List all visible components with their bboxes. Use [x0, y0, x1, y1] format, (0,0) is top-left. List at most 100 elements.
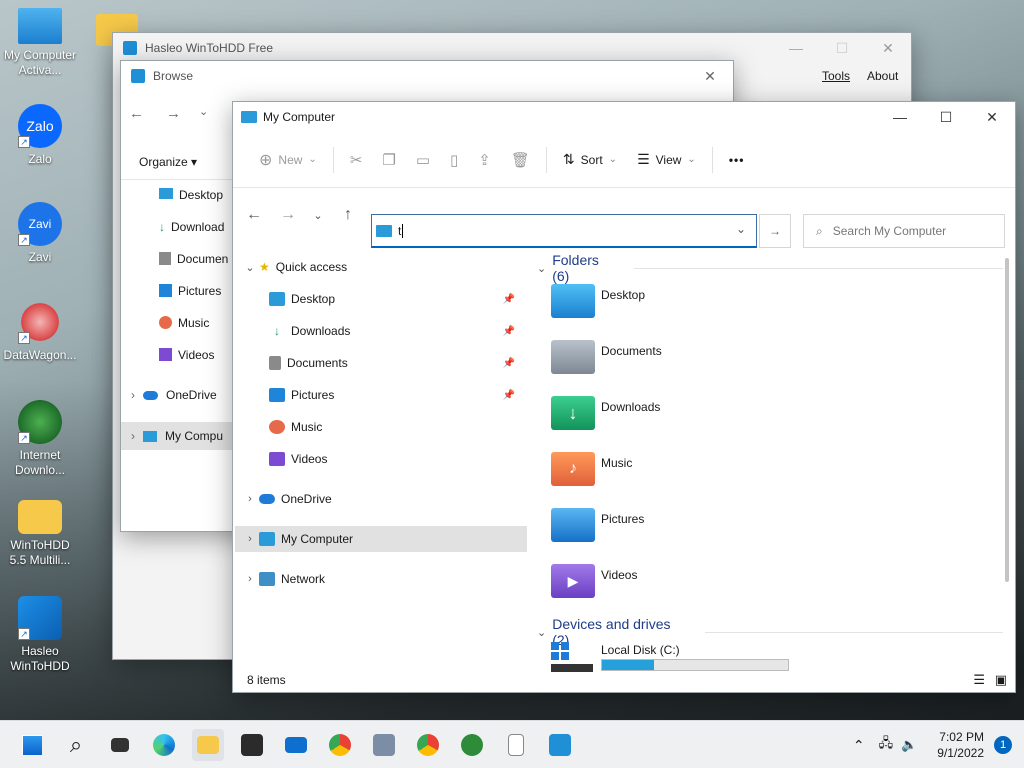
- app-button[interactable]: [368, 729, 400, 761]
- nav-item-network[interactable]: › Network: [241, 566, 325, 592]
- search-button[interactable]: ⌕: [60, 729, 92, 761]
- chevron-right-icon[interactable]: ›: [241, 493, 259, 505]
- chevron-down-icon[interactable]: ⌄: [199, 105, 208, 122]
- back-icon[interactable]: ←: [129, 105, 144, 122]
- view-button[interactable]: ☰ View ⌄: [627, 144, 706, 176]
- chevron-down-icon[interactable]: ⌄: [736, 222, 746, 236]
- pin-icon[interactable]: 📌: [503, 358, 515, 369]
- tiles-view-icon[interactable]: ▣: [995, 672, 1007, 688]
- maximize-button[interactable]: ☐: [923, 102, 969, 132]
- organize-button[interactable]: Organize ▾: [139, 155, 197, 169]
- browse-nav-my-computer[interactable]: › My Compu: [121, 422, 233, 450]
- windows-logo-icon: [22, 735, 42, 755]
- desktop-icon-zavi[interactable]: Zavi ↗ Zavi: [0, 202, 80, 265]
- nav-item-videos[interactable]: Videos: [269, 446, 327, 472]
- minimize-button[interactable]: —: [877, 102, 923, 132]
- pin-icon[interactable]: 📌: [503, 294, 515, 305]
- folder-desktop[interactable]: Desktop: [551, 284, 645, 330]
- close-button[interactable]: ✕: [687, 61, 733, 91]
- browse-nav-videos[interactable]: Videos: [159, 348, 214, 362]
- folder-music[interactable]: ♪ Music: [551, 452, 632, 498]
- address-input[interactable]: t: [398, 223, 404, 238]
- share-button[interactable]: ⇪: [468, 144, 501, 176]
- desktop-icon-internet-download[interactable]: ↗ Internet Downlo...: [0, 400, 80, 478]
- desktop-icon-wintohdd-folder[interactable]: WinToHDD 5.5 Multili...: [0, 500, 80, 568]
- forward-icon[interactable]: →: [166, 105, 181, 122]
- task-view-button[interactable]: [104, 729, 136, 761]
- nav-item-label: Music: [291, 420, 323, 434]
- browse-nav-onedrive[interactable]: › OneDrive: [131, 388, 217, 402]
- folder-documents[interactable]: Documents: [551, 340, 662, 386]
- chevron-right-icon[interactable]: ›: [241, 533, 259, 545]
- nav-item-pictures[interactable]: Pictures 📌: [269, 382, 525, 408]
- nav-item-downloads[interactable]: ↓ Downloads 📌: [269, 318, 525, 344]
- nav-item-my-computer[interactable]: › My Computer: [235, 526, 527, 552]
- new-button[interactable]: ⊕ New ⌄: [249, 144, 327, 176]
- forward-button[interactable]: →: [271, 199, 305, 231]
- rename-button[interactable]: ▯: [440, 144, 468, 176]
- search-box[interactable]: ⌕ Search My Computer: [803, 214, 1005, 248]
- chrome-profile-button[interactable]: [412, 729, 444, 761]
- chevron-right-icon[interactable]: ›: [241, 573, 259, 585]
- details-view-icon[interactable]: ☰: [973, 672, 985, 688]
- pin-icon[interactable]: 📌: [503, 390, 515, 401]
- mail-icon: [285, 737, 307, 753]
- menu-about[interactable]: About: [867, 69, 898, 83]
- nav-item-desktop[interactable]: Desktop 📌: [269, 286, 525, 312]
- browse-nav-downloads[interactable]: ↓ Download: [159, 220, 224, 234]
- search-input[interactable]: Search My Computer: [833, 224, 946, 238]
- pin-icon[interactable]: 📌: [503, 326, 515, 337]
- chevron-down-icon[interactable]: ⌄: [241, 261, 259, 274]
- edge-button[interactable]: [148, 729, 180, 761]
- desktop-icon-hasleo-wintohdd[interactable]: ↗ Hasleo WinToHDD: [0, 596, 80, 674]
- store-button[interactable]: [236, 729, 268, 761]
- volume-icon[interactable]: 🔈: [901, 737, 917, 753]
- start-button[interactable]: [16, 729, 48, 761]
- notification-badge[interactable]: 1: [994, 736, 1012, 754]
- sort-button[interactable]: ⇅ Sort ⌄: [553, 144, 627, 176]
- cut-button[interactable]: ✂: [340, 144, 373, 176]
- browse-nav-documents[interactable]: Documen: [159, 252, 228, 266]
- folder-pictures[interactable]: Pictures: [551, 508, 644, 554]
- paste-button[interactable]: ▭: [406, 144, 440, 176]
- go-arrow-button[interactable]: →: [759, 214, 791, 248]
- browse-nav-pictures[interactable]: Pictures: [159, 284, 221, 298]
- chevron-right-icon[interactable]: ›: [131, 388, 135, 402]
- file-explorer-button[interactable]: [192, 729, 224, 761]
- up-button[interactable]: ↑: [331, 199, 365, 231]
- folder-videos[interactable]: ▶ Videos: [551, 564, 637, 610]
- nav-item-documents[interactable]: Documents 📌: [269, 350, 525, 376]
- desktop-icon-datawagon[interactable]: ↗ DataWagon...: [0, 300, 80, 363]
- wintohdd-taskbar-button[interactable]: [544, 729, 576, 761]
- folders-group-header[interactable]: ⌄ Folders (6): [537, 252, 1003, 284]
- more-options-button[interactable]: •••: [719, 144, 755, 176]
- nav-item-music[interactable]: Music: [269, 414, 322, 440]
- network-icon[interactable]: 🖧: [879, 734, 894, 756]
- browse-nav-music[interactable]: Music: [159, 316, 209, 330]
- browse-nav-desktop[interactable]: Desktop: [159, 188, 223, 202]
- idm-button[interactable]: [456, 729, 488, 761]
- close-button[interactable]: ✕: [969, 102, 1015, 132]
- desktop-icon-zalo[interactable]: Zalo ↗ Zalo: [0, 104, 80, 167]
- close-button[interactable]: ✕: [865, 33, 911, 63]
- chrome-button[interactable]: [324, 729, 356, 761]
- minimize-button[interactable]: —: [773, 33, 819, 63]
- chevron-up-icon[interactable]: ⌃: [853, 737, 865, 754]
- folder-downloads[interactable]: ↓ Downloads: [551, 396, 660, 442]
- recent-locations-button[interactable]: ⌄: [305, 199, 331, 231]
- browse-nav-label: Videos: [178, 348, 215, 362]
- back-button[interactable]: ←: [237, 199, 271, 231]
- delete-button[interactable]: 🗑: [501, 144, 540, 176]
- menu-tools[interactable]: Tools: [822, 69, 850, 83]
- chevron-right-icon[interactable]: ›: [131, 429, 135, 443]
- maximize-button[interactable]: ☐: [819, 33, 865, 63]
- clock[interactable]: 7:02 PM 9/1/2022: [937, 729, 984, 761]
- nav-item-onedrive[interactable]: › OneDrive: [241, 486, 332, 512]
- mail-button[interactable]: [280, 729, 312, 761]
- desktop-icon-my-computer-activate[interactable]: My Computer Activa...: [0, 8, 80, 78]
- nav-item-quick-access[interactable]: ⌄ ★ Quick access: [241, 254, 347, 280]
- copy-button[interactable]: ❐: [372, 144, 405, 176]
- notepad-button[interactable]: [500, 729, 532, 761]
- content-scrollbar[interactable]: [1005, 258, 1009, 582]
- address-bar[interactable]: t ⌄: [371, 214, 757, 248]
